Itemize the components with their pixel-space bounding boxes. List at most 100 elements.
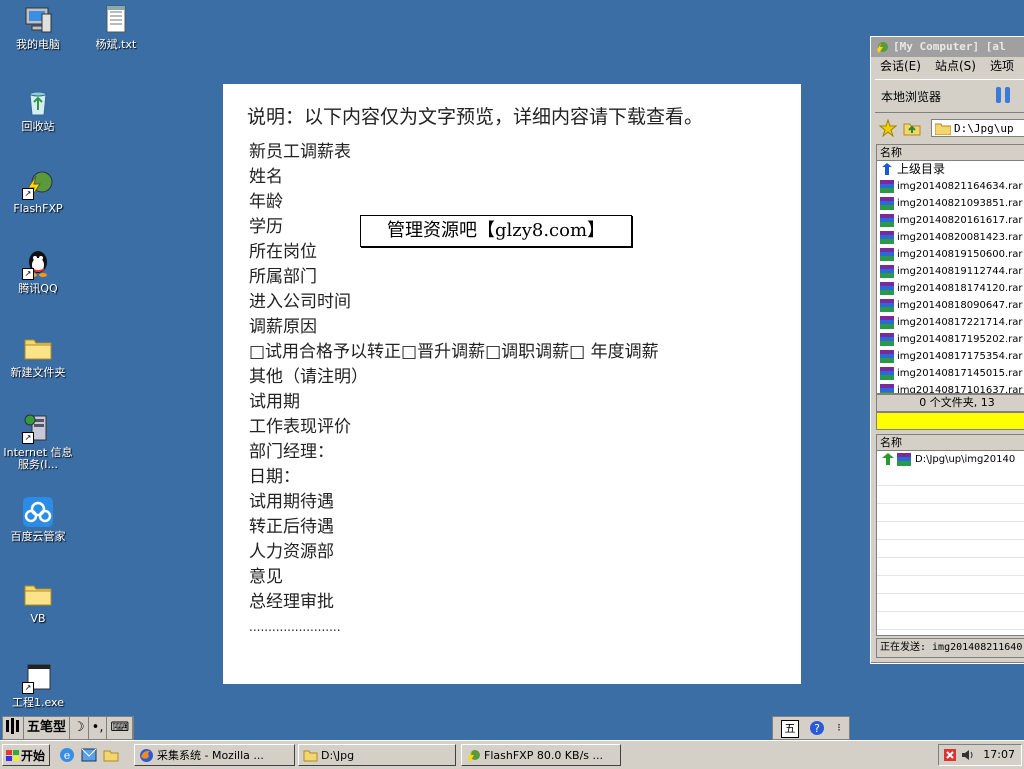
- file-list[interactable]: 名称 上级目录 img20140821164634.rar img2014082…: [876, 144, 1024, 394]
- clock[interactable]: 17:07: [983, 745, 1015, 765]
- antivirus-tray-icon[interactable]: [943, 748, 957, 762]
- path-row: D:\Jpg\up: [875, 117, 1024, 139]
- my-computer-icon: [22, 4, 54, 36]
- file-name: img20140817101637.rar: [897, 385, 1023, 394]
- file-row[interactable]: img20140817145015.rar: [877, 365, 1024, 382]
- star-icon[interactable]: [879, 119, 897, 137]
- desktop-icon-baidu-cloud[interactable]: 百度云管家: [0, 496, 76, 543]
- desktop-icon-exe[interactable]: ↗ 工程1.exe: [0, 662, 76, 709]
- desktop-icon-qq[interactable]: ↗ 腾讯QQ: [0, 248, 76, 295]
- queue-empty-row: [877, 522, 1024, 540]
- svg-text:?: ?: [814, 722, 820, 735]
- file-name: img20140821093851.rar: [897, 198, 1023, 209]
- desktop-icon-label: FlashFXP: [13, 202, 63, 215]
- column-header-name[interactable]: 名称: [877, 145, 1024, 161]
- desktop-icon-label: 新建文件夹: [10, 366, 66, 379]
- desktop-icon-recycle-bin[interactable]: 回收站: [0, 86, 76, 133]
- file-row[interactable]: img20140817101637.rar: [877, 382, 1024, 394]
- queue-empty-row: [877, 504, 1024, 522]
- desktop-icon-vb[interactable]: VB: [0, 578, 76, 625]
- file-row[interactable]: img20140821164634.rar: [877, 178, 1024, 195]
- file-row[interactable]: img20140821093851.rar: [877, 195, 1024, 212]
- preview-line: 工作表现评价: [249, 417, 351, 437]
- queue-row[interactable]: D:\Jpg\up\img20140: [877, 451, 1024, 468]
- file-name: img20140818090647.rar: [897, 300, 1023, 311]
- window-titlebar[interactable]: [My Computer] [al: [871, 37, 1024, 57]
- queue-empty-row: [877, 540, 1024, 558]
- pause-icon[interactable]: [993, 85, 1013, 105]
- ime-mode-label[interactable]: 五笔型: [24, 717, 71, 739]
- file-name: img20140817145015.rar: [897, 368, 1023, 379]
- file-row[interactable]: img20140817195202.rar: [877, 331, 1024, 348]
- rar-file-icon: [880, 265, 894, 278]
- menu-session[interactable]: 会话(E): [880, 59, 921, 73]
- preview-line: 试用期: [249, 392, 300, 412]
- iis-icon: ↗: [22, 412, 54, 444]
- rar-file-icon: [880, 282, 894, 295]
- menu-options[interactable]: 选项: [990, 59, 1014, 73]
- ime-toolbar: 五笔型 ☽ •, ⌨: [2, 716, 135, 740]
- rar-file-icon: [880, 197, 894, 210]
- up-arrow-icon: [882, 163, 892, 175]
- help-icon[interactable]: ?: [809, 720, 825, 736]
- shortcut-arrow-icon: ↗: [22, 432, 34, 444]
- rar-file-icon: [880, 180, 894, 193]
- soft-keyboard-icon[interactable]: ⌨: [107, 717, 134, 739]
- desktop-icon-iis[interactable]: ↗ Internet 信息服务(I...: [0, 412, 76, 471]
- queue-column-header[interactable]: 名称: [877, 435, 1024, 451]
- desktop-icon-text-file[interactable]: 杨斌.txt: [78, 4, 154, 51]
- system-tray: 17:07: [938, 744, 1022, 766]
- up-folder-icon[interactable]: [903, 119, 921, 137]
- rar-file-icon: [880, 316, 894, 329]
- path-input[interactable]: D:\Jpg\up: [931, 119, 1024, 137]
- file-name: img20140820081423.rar: [897, 232, 1023, 243]
- language-bar-options-icon[interactable]: ⁝: [831, 720, 847, 736]
- file-row[interactable]: img20140819150600.rar: [877, 246, 1024, 263]
- half-width-moon-icon[interactable]: ☽: [70, 717, 89, 739]
- menu-bar: 会话(E) 站点(S) 选项: [871, 57, 1024, 75]
- desktop-icon-new-folder[interactable]: 新建文件夹: [0, 332, 76, 379]
- file-name: img20140820161617.rar: [897, 215, 1023, 226]
- parent-dir-row[interactable]: 上级目录: [877, 161, 1024, 178]
- desktop-icon-flashfxp[interactable]: ↗ FlashFXP: [0, 168, 76, 215]
- start-button[interactable]: 开始: [2, 744, 50, 766]
- desktop-icon-my-computer[interactable]: 我的电脑: [0, 4, 76, 51]
- desktop-icon-label: 回收站: [21, 120, 55, 133]
- queue-list[interactable]: 名称 D:\Jpg\up\img20140: [876, 434, 1024, 636]
- preview-line: 年龄: [249, 192, 283, 212]
- preview-line: 调薪原因: [249, 317, 317, 337]
- ime-logo-icon[interactable]: [3, 717, 24, 739]
- flashfxp-icon: ↗: [22, 168, 54, 200]
- text-file-icon: [100, 4, 132, 36]
- file-row[interactable]: img20140819112744.rar: [877, 263, 1024, 280]
- task-explorer[interactable]: D:\Jpg: [298, 744, 456, 766]
- task-flashfxp[interactable]: FlashFXP 80.0 KB/s ...: [461, 744, 621, 766]
- windows-logo-icon: [6, 750, 19, 761]
- preview-line: 试用期待遇: [249, 492, 334, 512]
- menu-sites[interactable]: 站点(S): [935, 59, 976, 73]
- outlook-express-icon[interactable]: [80, 746, 98, 764]
- show-desktop-icon[interactable]: [102, 746, 120, 764]
- file-row[interactable]: img20140817221714.rar: [877, 314, 1024, 331]
- local-browser-button[interactable]: 本地浏览器: [881, 88, 941, 105]
- file-row[interactable]: img20140820081423.rar: [877, 229, 1024, 246]
- task-label: D:\Jpg: [321, 749, 355, 762]
- exe-icon: ↗: [22, 662, 54, 694]
- folder-icon: [303, 750, 318, 762]
- task-firefox[interactable]: 采集系统 - Mozilla ...: [134, 744, 295, 766]
- preview-line: 所属部门: [249, 267, 317, 287]
- file-row[interactable]: img20140818090647.rar: [877, 297, 1024, 314]
- recycle-bin-icon: [22, 86, 54, 118]
- task-label: 采集系统 - Mozilla ...: [157, 749, 264, 762]
- language-bar: 五 ? ⁝: [772, 716, 850, 740]
- preview-line: 日期：: [249, 467, 300, 487]
- internet-explorer-icon[interactable]: e: [58, 746, 76, 764]
- desktop-icon-label: 杨斌.txt: [95, 38, 137, 51]
- file-row[interactable]: img20140817175354.rar: [877, 348, 1024, 365]
- file-row[interactable]: img20140818174120.rar: [877, 280, 1024, 297]
- wubi-ime-icon[interactable]: 五: [781, 720, 799, 738]
- file-row[interactable]: img20140820161617.rar: [877, 212, 1024, 229]
- volume-icon[interactable]: [961, 748, 975, 762]
- punctuation-icon[interactable]: •,: [89, 717, 108, 739]
- start-label: 开始: [21, 749, 46, 763]
